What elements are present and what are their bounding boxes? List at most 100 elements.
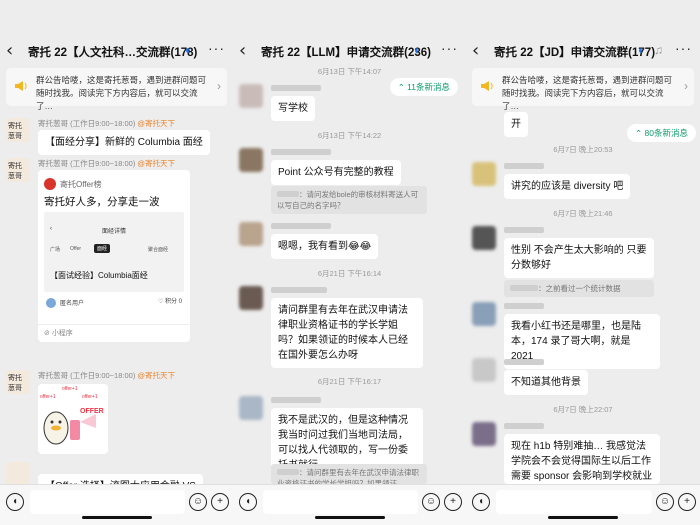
mute-bell-icon: ♫ <box>654 43 663 57</box>
avatar[interactable] <box>239 222 263 246</box>
avatar[interactable] <box>239 148 263 172</box>
input-bar: ◖ ☺ + <box>466 484 700 525</box>
message-bubble[interactable]: 讲究的应该是 diversity 吧 <box>504 174 631 199</box>
mini-program-card[interactable]: 寄托Offer榜 寄托好人多，分享走一波 ‹ 面经详情 广场 Offer 面经 … <box>38 170 190 342</box>
sender-name <box>504 162 544 171</box>
card-headline: 寄托好人多，分享走一波 <box>44 196 160 208</box>
quoted-message: ：请问发给bole的审核材料寄送人可以写自己的名字吗？ <box>271 186 427 214</box>
voice-icon[interactable]: ◖ <box>6 493 24 511</box>
avatar[interactable]: 寄托 葱哥 <box>6 158 30 182</box>
message-bubble[interactable]: 【面经分享】新鲜的 Columbia 面经 <box>38 130 210 155</box>
group-chat-icon: ◐ <box>638 43 646 57</box>
avatar[interactable] <box>239 286 263 310</box>
user-name: 匿名用户 <box>60 301 85 307</box>
message-bubble[interactable]: 嗯嗯，我有看到😂😂 <box>271 234 379 259</box>
message-bubble[interactable]: 请问群里有去年在武汉申请法律职业资格证书的学长学姐吗？如果领证的时候本人已经在国… <box>271 298 423 368</box>
message-bubble[interactable]: 开 <box>504 112 528 137</box>
mini-title: 面经详情 <box>101 229 126 235</box>
avatar[interactable] <box>239 84 263 108</box>
message-bubble[interactable]: 写学校 <box>271 96 315 121</box>
message-bubble[interactable]: 不知道其他背景 <box>504 370 588 395</box>
chat-header: ‹ 寄托 22【LLM】申请交流群(236) ◐ ··· <box>233 0 466 64</box>
home-indicator <box>314 516 385 519</box>
more-options-icon[interactable]: ··· <box>441 40 458 56</box>
sender-name: 寄托葱哥 (工作日9:00~18:00) @寄托天下 <box>38 371 176 380</box>
offer-sticker[interactable]: offer+1 offer+1 offer+1 OFFER <box>38 384 108 454</box>
chat-title: 寄托 22【JD】申请交流群(177) <box>494 47 656 59</box>
timestamp: 6月13日 下午14:22 <box>317 131 382 140</box>
message-bubble[interactable]: 现在 h1b 特别难抽… 我感觉法学院会不会觉得国际生以后工作需要 sponso… <box>504 434 660 484</box>
avatar[interactable] <box>472 358 496 382</box>
sender-name <box>271 286 327 295</box>
svg-text:葱哥: 葱哥 <box>8 171 22 180</box>
sender-name <box>271 84 321 93</box>
timestamp: 6月21日 下午16:17 <box>317 377 382 386</box>
message-input[interactable] <box>263 490 418 514</box>
speaker-icon <box>15 81 27 91</box>
sender-name <box>504 226 544 235</box>
svg-text:葱哥: 葱哥 <box>8 383 22 392</box>
sender-name: 寄托葱哥 (工作日9:00~18:00) @寄托天下 <box>38 119 176 128</box>
message-bubble[interactable]: 性别 不会产生太大影响的 只要分数够好 <box>504 238 654 278</box>
chevron-right-icon: › <box>684 79 688 93</box>
sender-name <box>504 422 544 431</box>
message-bubble[interactable]: Point 公众号有完整的教程 <box>271 160 401 185</box>
avatar[interactable]: 寄托 葱哥 <box>6 118 30 142</box>
quoted-message: ：请问群里有去年在武汉申请法律职业资格证书的学长学姐吗？如果领证… <box>271 464 427 484</box>
mini-article-title: 【面试经验】Columbia面经 <box>50 271 148 280</box>
svg-text:葱哥: 葱哥 <box>8 131 22 140</box>
sender-name: 寄托葱哥 (工作日9:00~18:00) @寄托天下 <box>38 159 176 168</box>
timestamp: 6月7日 晚上20:53 <box>553 145 613 154</box>
timestamp: 6月21日 下午16:14 <box>317 269 382 278</box>
plus-icon[interactable]: + <box>678 493 696 511</box>
message-input[interactable] <box>30 490 185 514</box>
chevron-right-icon: › <box>217 79 221 93</box>
input-bar: ◖ ☺ + <box>233 484 466 525</box>
mini-program-label: ⊘ 小程序 <box>44 330 73 337</box>
chat-panel-jd: ‹ 寄托 22【JD】申请交流群(177) ◐ ♫ ··· 群公告哈喽，这是寄托… <box>466 0 700 525</box>
voice-icon[interactable]: ◖ <box>472 493 490 511</box>
plus-icon[interactable]: + <box>211 493 229 511</box>
speaker-icon <box>481 81 493 91</box>
emoji-icon[interactable]: ☺ <box>422 493 440 511</box>
group-chat-icon: ◐ <box>185 43 193 57</box>
group-notice[interactable]: 群公告哈喽，这是寄托葱哥，遇到进群问题可随时找我。阅读完下方内容后，就可以交流了… <box>6 68 227 111</box>
sender-name <box>271 222 331 231</box>
plus-icon[interactable]: + <box>444 493 462 511</box>
mini-tab-active: 面经 <box>94 244 111 253</box>
sender-name <box>504 302 544 311</box>
chat-title: 寄托 22【LLM】申请交流群(236) <box>261 47 431 59</box>
notice-text: 群公告哈喽，这是寄托葱哥，遇到进群问题可随时找我。阅读完下方内容后，就可以交流了… <box>502 75 673 111</box>
more-options-icon[interactable]: ··· <box>675 40 692 56</box>
emoji-icon[interactable]: ☺ <box>189 493 207 511</box>
group-notice[interactable]: 群公告哈喽，这是寄托葱哥，遇到进群问题可随时找我。阅读完下方内容后，就可以交流了… <box>472 68 694 111</box>
avatar[interactable] <box>239 396 263 420</box>
sender-name <box>271 148 331 157</box>
avatar[interactable]: 寄托 葱哥 <box>6 370 30 394</box>
voice-icon[interactable]: ◖ <box>239 493 257 511</box>
timestamp: 6月7日 晚上22:07 <box>553 405 613 414</box>
mini-tab: 广场 <box>50 247 61 253</box>
mini-tab: Offer <box>70 246 82 252</box>
timestamp: 6月13日 下午14:07 <box>317 67 382 76</box>
avatar[interactable] <box>472 422 496 446</box>
timestamp: 6月7日 晚上21:46 <box>553 209 613 218</box>
chat-panel-humanities: ‹ 寄托 22【人文社科…交流群(178) ◐ ··· 群公告哈喽，这是寄托葱哥… <box>0 0 233 525</box>
back-arrow-icon[interactable]: ‹ <box>239 42 246 60</box>
new-messages-badge[interactable]: ⌃ 11条新消息 <box>389 78 458 96</box>
more-options-icon[interactable]: ··· <box>208 40 225 56</box>
avatar[interactable] <box>472 302 496 326</box>
avatar[interactable] <box>472 162 496 186</box>
avatar[interactable] <box>472 226 496 250</box>
mini-tab: 聚合面经 <box>148 247 169 253</box>
back-arrow-icon[interactable]: ‹ <box>472 42 479 60</box>
card-preview: ‹ 面经详情 广场 Offer 面经 聚合面经 【面试经验】Columbia面经 <box>44 212 184 292</box>
back-arrow-icon[interactable]: ‹ <box>6 42 13 60</box>
input-bar: ◖ ☺ + <box>0 484 233 525</box>
new-messages-badge[interactable]: ⌃ 80条新消息 <box>627 124 696 142</box>
emoji-icon[interactable]: ☺ <box>656 493 674 511</box>
avatar[interactable] <box>6 462 30 486</box>
message-input[interactable] <box>496 490 652 514</box>
svg-text:寄托: 寄托 <box>8 373 22 382</box>
group-chat-icon: ◐ <box>414 43 422 57</box>
